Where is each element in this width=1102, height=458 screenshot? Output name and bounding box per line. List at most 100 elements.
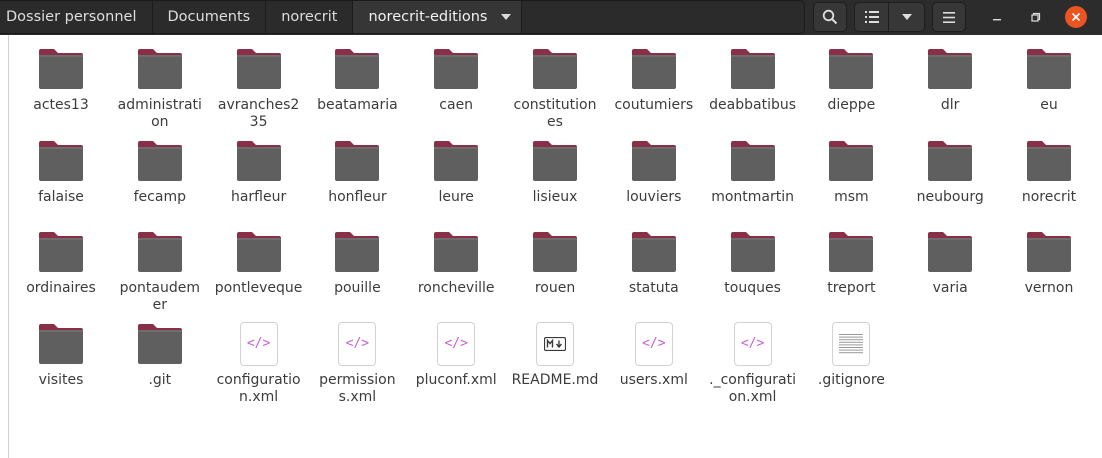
- file-view[interactable]: actes13 administration avranches235 beatama…: [8, 35, 1102, 458]
- folder-item[interactable]: honfleur: [309, 127, 405, 206]
- folder-item[interactable]: ordinaires: [13, 218, 109, 297]
- file-item[interactable]: </> ._configuration.xml: [705, 310, 801, 406]
- folder-item[interactable]: pouille: [309, 218, 405, 297]
- folder-item[interactable]: falaise: [13, 127, 109, 206]
- chevron-down-icon[interactable]: [501, 14, 512, 20]
- folder-item[interactable]: eu: [1001, 35, 1097, 114]
- file-name-label: norecrit: [1021, 188, 1077, 205]
- file-name-label: falaise: [38, 188, 84, 205]
- file-name-label: users.xml: [619, 371, 688, 388]
- breadcrumb-item-norecrit[interactable]: norecrit: [266, 1, 354, 33]
- folder-icon: [926, 230, 974, 278]
- list-view-icon: [864, 11, 879, 23]
- folder-item[interactable]: montmartin: [705, 127, 801, 206]
- file-name-label: statuta: [628, 280, 679, 296]
- file-item[interactable]: </> users.xml: [606, 310, 702, 389]
- file-name-label: honfleur: [328, 188, 387, 205]
- folder-item[interactable]: louviers: [606, 127, 702, 206]
- folder-item[interactable]: msm: [803, 127, 899, 206]
- folder-icon: [432, 139, 480, 187]
- file-name-label: louviers: [626, 188, 682, 205]
- minimize-button[interactable]: [986, 6, 1008, 28]
- file-name-label: pontleveque: [214, 280, 303, 296]
- search-button[interactable]: [813, 2, 847, 32]
- file-name-label: roncheville: [417, 280, 495, 296]
- folder-icon: [729, 230, 777, 278]
- file-name-label: eu: [1040, 97, 1058, 113]
- folder-item[interactable]: dlr: [902, 35, 998, 114]
- file-name-label: beatamaria: [317, 97, 398, 113]
- folder-icon: [1025, 230, 1073, 278]
- xml-file-icon: </>: [235, 321, 283, 370]
- file-name-label: .gitignore: [817, 371, 885, 388]
- xml-file-icon: </>: [333, 321, 381, 370]
- file-name-label: harfleur: [230, 188, 287, 205]
- folder-icon: [333, 139, 381, 187]
- folder-icon: [37, 47, 85, 95]
- header-bar: Dossier personnel Documents norecrit nor…: [0, 0, 1102, 35]
- breadcrumb-label: norecrit: [281, 9, 338, 25]
- file-name-label: deabbatibus: [709, 97, 797, 113]
- folder-item[interactable]: statuta: [606, 218, 702, 297]
- view-options-dropdown[interactable]: [888, 2, 925, 32]
- folder-icon: [729, 139, 777, 187]
- folder-item[interactable]: coutumiers: [606, 35, 702, 114]
- file-name-label: varia: [932, 280, 968, 296]
- folder-item[interactable]: .git: [112, 310, 208, 389]
- folder-item[interactable]: avranches235: [211, 35, 307, 131]
- file-name-label: pluconf.xml: [415, 371, 497, 388]
- file-item[interactable]: README.md: [507, 310, 603, 389]
- folder-item[interactable]: lisieux: [507, 127, 603, 206]
- file-name-label: configuration.xml: [216, 371, 301, 405]
- file-name-label: permissions.xml: [319, 371, 396, 405]
- breadcrumb-item-home[interactable]: Dossier personnel: [0, 1, 153, 33]
- folder-item[interactable]: administration: [112, 35, 208, 131]
- folder-item[interactable]: roncheville: [408, 218, 504, 297]
- folder-item[interactable]: fecamp: [112, 127, 208, 206]
- view-mode-button[interactable]: [854, 2, 889, 32]
- breadcrumb-item-current[interactable]: norecrit-editions: [353, 1, 523, 33]
- maximize-button[interactable]: [1025, 6, 1047, 28]
- folder-item[interactable]: varia: [902, 218, 998, 297]
- folder-icon: [926, 47, 974, 95]
- chevron-down-icon: [901, 14, 912, 20]
- folder-icon: [630, 139, 678, 187]
- folder-item[interactable]: harfleur: [211, 127, 307, 206]
- folder-icon: [630, 47, 678, 95]
- folder-item[interactable]: dieppe: [803, 35, 899, 114]
- file-item[interactable]: </> permissions.xml: [309, 310, 405, 406]
- breadcrumb-item-documents[interactable]: Documents: [153, 1, 267, 33]
- folder-item[interactable]: norecrit: [1001, 127, 1097, 206]
- folder-item[interactable]: treport: [803, 218, 899, 297]
- xml-file-icon: </>: [630, 321, 678, 370]
- folder-icon: [531, 47, 579, 95]
- close-button[interactable]: [1065, 6, 1087, 28]
- main-menu-button[interactable]: [932, 2, 966, 32]
- file-name-label: vernon: [1024, 280, 1074, 296]
- folder-item[interactable]: vernon: [1001, 218, 1097, 297]
- folder-item[interactable]: deabbatibus: [705, 35, 801, 114]
- folder-icon: [136, 230, 184, 278]
- file-name-label: ordinaires: [26, 280, 96, 296]
- file-item[interactable]: </> pluconf.xml: [408, 310, 504, 389]
- folder-item[interactable]: visites: [13, 310, 109, 389]
- folder-item[interactable]: beatamaria: [309, 35, 405, 114]
- folder-icon: [926, 139, 974, 187]
- folder-item[interactable]: leure: [408, 127, 504, 206]
- folder-item[interactable]: rouen: [507, 218, 603, 297]
- folder-item[interactable]: neubourg: [902, 127, 998, 206]
- folder-item[interactable]: touques: [705, 218, 801, 297]
- folder-item[interactable]: caen: [408, 35, 504, 114]
- file-item[interactable]: </> configuration.xml: [211, 310, 307, 406]
- folder-icon: [630, 230, 678, 278]
- file-item[interactable]: .gitignore: [803, 310, 899, 389]
- folder-icon: [827, 230, 875, 278]
- folder-item[interactable]: pontleveque: [211, 218, 307, 297]
- folder-icon: [235, 47, 283, 95]
- folder-item[interactable]: constitutiones: [507, 35, 603, 131]
- folder-item[interactable]: actes13: [13, 35, 109, 114]
- folder-icon: [333, 47, 381, 95]
- file-name-label: pouille: [334, 280, 381, 296]
- folder-icon: [235, 139, 283, 187]
- folder-item[interactable]: pontaudemer: [112, 218, 208, 314]
